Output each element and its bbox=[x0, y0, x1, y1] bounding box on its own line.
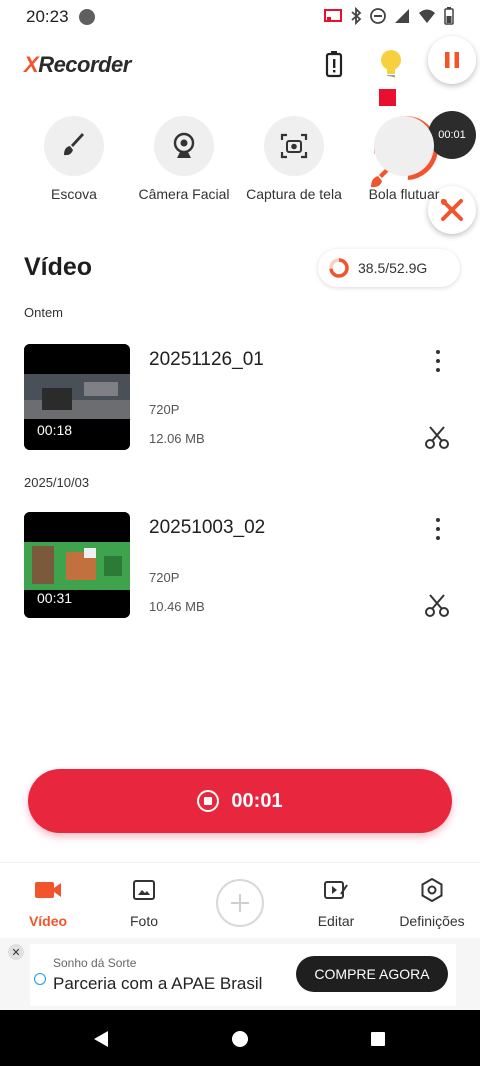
ad-brand: Sonho dá Sorte bbox=[53, 956, 137, 970]
ad-info-icon[interactable] bbox=[34, 973, 46, 985]
scissors-icon bbox=[425, 594, 449, 617]
lightbulb-icon bbox=[381, 50, 401, 78]
video-size: 12.06 MB bbox=[149, 431, 205, 446]
tool-facecam-circle bbox=[154, 116, 214, 176]
bluetooth-icon bbox=[351, 7, 362, 25]
tool-label: Câmera Facial bbox=[138, 186, 230, 202]
tool-floating-ball[interactable]: Bola flutuar bbox=[344, 116, 464, 202]
record-timer: 00:01 bbox=[231, 789, 283, 812]
video-thumbnail[interactable]: 00:18 bbox=[24, 344, 130, 450]
ad-headline: Parceria com a APAE Brasil bbox=[53, 974, 263, 993]
back-icon[interactable] bbox=[92, 1030, 110, 1048]
storage-ring-icon bbox=[329, 258, 349, 278]
nav-label: Editar bbox=[317, 913, 355, 929]
video-duration: 00:18 bbox=[37, 422, 73, 438]
date-group-label: 2025/10/03 bbox=[24, 475, 90, 490]
cast-icon bbox=[324, 9, 342, 22]
status-time: 20:23 bbox=[26, 7, 69, 26]
add-button[interactable] bbox=[216, 879, 264, 927]
video-camera-icon bbox=[35, 882, 61, 898]
nav-label: Foto bbox=[129, 913, 158, 929]
scissors-icon bbox=[425, 426, 449, 449]
ad-content[interactable]: Sonho dá Sorte Parceria com a APAE Brasi… bbox=[30, 944, 456, 1006]
wifi-icon bbox=[419, 9, 435, 23]
system-nav-bar bbox=[0, 1010, 480, 1066]
battery-optimization-button[interactable] bbox=[322, 50, 346, 78]
tool-brush-circle bbox=[44, 116, 104, 176]
nav-photo[interactable]: Foto bbox=[96, 877, 192, 929]
video-list-item[interactable]: 00:31 20251003_02 720P 10.46 MB bbox=[24, 512, 456, 618]
webcam-icon bbox=[173, 132, 195, 158]
photo-icon bbox=[133, 880, 155, 900]
video-duration: 00:31 bbox=[37, 590, 73, 606]
tool-screenshot-circle bbox=[264, 116, 324, 176]
tool-label: Bola flutuar bbox=[368, 186, 440, 202]
tool-screenshot[interactable]: Captura de tela bbox=[234, 116, 354, 202]
video-size: 10.46 MB bbox=[149, 599, 205, 614]
ad-close-icon[interactable]: ✕ bbox=[8, 944, 24, 960]
storage-text: 38.5/52.9G bbox=[358, 260, 428, 276]
settings-icon bbox=[421, 878, 443, 902]
ad-cta-button[interactable]: COMPRE AGORA bbox=[296, 956, 448, 992]
nav-settings[interactable]: Definições bbox=[384, 877, 480, 929]
tool-floating-ball-circle bbox=[374, 116, 434, 176]
tools-row: Escova Câmera Facial Captura de tela Bol… bbox=[0, 116, 480, 216]
tool-brush[interactable]: Escova bbox=[14, 116, 134, 202]
battery-status-icon bbox=[444, 7, 454, 25]
nav-label: Vídeo bbox=[28, 913, 68, 929]
ad-banner: ✕ Sonho dá Sorte Parceria com a APAE Bra… bbox=[0, 938, 480, 1010]
signal-icon bbox=[395, 9, 409, 23]
recents-icon[interactable] bbox=[370, 1031, 386, 1047]
video-list-item[interactable]: 00:18 20251126_01 720P 12.06 MB bbox=[24, 344, 456, 450]
tool-label: Escova bbox=[51, 186, 97, 202]
video-name: 20251003_02 bbox=[149, 517, 266, 538]
edit-video-icon bbox=[324, 881, 348, 899]
floating-pause-button[interactable] bbox=[428, 36, 476, 84]
more-options-icon[interactable] bbox=[428, 350, 448, 372]
notification-dot-icon bbox=[78, 9, 95, 25]
date-group-label: Ontem bbox=[24, 305, 64, 320]
page-title: Vídeo bbox=[24, 253, 93, 281]
video-name: 20251126_01 bbox=[149, 349, 264, 370]
tool-label: Captura de tela bbox=[246, 186, 342, 202]
pause-icon bbox=[445, 52, 459, 68]
more-options-icon[interactable] bbox=[428, 518, 448, 540]
app-logo: XRecorder bbox=[24, 52, 131, 77]
battery-alert-icon bbox=[325, 51, 343, 78]
status-bar: 20:23 bbox=[0, 0, 480, 34]
home-icon[interactable] bbox=[231, 1030, 249, 1048]
top-bar: XRecorder bbox=[0, 44, 480, 88]
nav-edit[interactable]: Editar bbox=[288, 877, 384, 929]
stop-icon bbox=[378, 88, 396, 106]
tool-facecam[interactable]: Câmera Facial bbox=[124, 116, 244, 202]
trim-button[interactable] bbox=[424, 592, 450, 618]
nav-label: Definições bbox=[399, 913, 465, 929]
plus-icon bbox=[231, 894, 249, 912]
video-resolution: 720P bbox=[149, 570, 180, 585]
brush-icon bbox=[64, 133, 84, 156]
tips-button[interactable] bbox=[377, 48, 405, 80]
floating-stop-button[interactable] bbox=[366, 76, 408, 118]
record-button[interactable]: 00:01 bbox=[28, 769, 452, 833]
stop-record-icon bbox=[197, 790, 220, 812]
nav-video[interactable]: Vídeo bbox=[0, 877, 96, 929]
trim-button[interactable] bbox=[424, 424, 450, 450]
status-icons bbox=[324, 7, 454, 25]
video-resolution: 720P bbox=[149, 402, 180, 417]
storage-indicator[interactable]: 38.5/52.9G bbox=[318, 249, 460, 287]
do-not-disturb-icon bbox=[370, 8, 386, 24]
video-thumbnail[interactable]: 00:31 bbox=[24, 512, 130, 618]
bottom-nav: Vídeo Foto Editar Definições bbox=[0, 862, 480, 938]
screenshot-icon bbox=[280, 133, 308, 159]
